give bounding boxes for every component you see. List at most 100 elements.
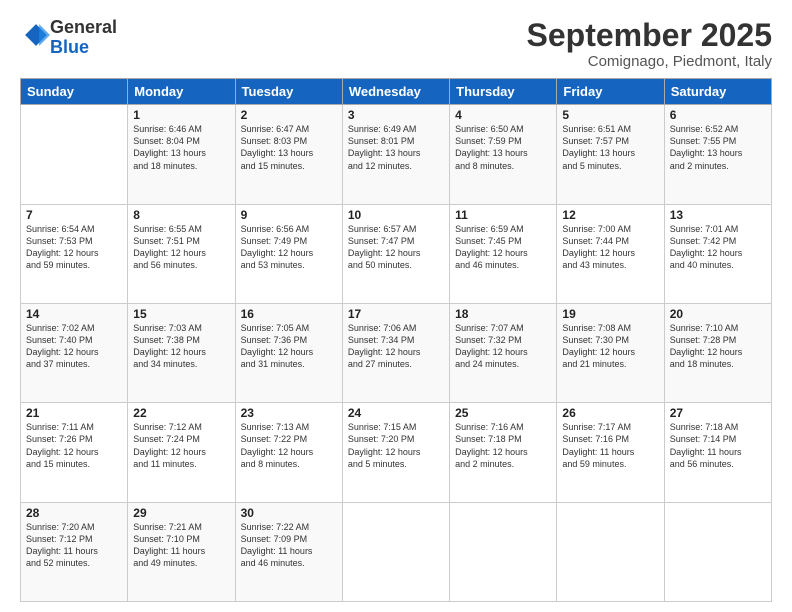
day-info: Sunrise: 7:03 AM Sunset: 7:38 PM Dayligh… xyxy=(133,322,229,371)
day-number: 1 xyxy=(133,108,229,122)
calendar-cell: 9Sunrise: 6:56 AM Sunset: 7:49 PM Daylig… xyxy=(235,204,342,303)
day-number: 9 xyxy=(241,208,337,222)
day-header-thursday: Thursday xyxy=(450,79,557,105)
day-number: 29 xyxy=(133,506,229,520)
calendar-cell: 6Sunrise: 6:52 AM Sunset: 7:55 PM Daylig… xyxy=(664,105,771,204)
logo-icon xyxy=(22,21,50,49)
day-info: Sunrise: 7:18 AM Sunset: 7:14 PM Dayligh… xyxy=(670,421,766,470)
calendar-cell: 7Sunrise: 6:54 AM Sunset: 7:53 PM Daylig… xyxy=(21,204,128,303)
week-row-1: 7Sunrise: 6:54 AM Sunset: 7:53 PM Daylig… xyxy=(21,204,772,303)
calendar-cell: 20Sunrise: 7:10 AM Sunset: 7:28 PM Dayli… xyxy=(664,303,771,402)
day-info: Sunrise: 6:49 AM Sunset: 8:01 PM Dayligh… xyxy=(348,123,444,172)
week-row-4: 28Sunrise: 7:20 AM Sunset: 7:12 PM Dayli… xyxy=(21,502,772,601)
calendar-cell: 16Sunrise: 7:05 AM Sunset: 7:36 PM Dayli… xyxy=(235,303,342,402)
title-block: September 2025 Comignago, Piedmont, Ital… xyxy=(527,18,772,70)
day-number: 21 xyxy=(26,406,122,420)
day-info: Sunrise: 7:13 AM Sunset: 7:22 PM Dayligh… xyxy=(241,421,337,470)
day-info: Sunrise: 6:46 AM Sunset: 8:04 PM Dayligh… xyxy=(133,123,229,172)
day-header-sunday: Sunday xyxy=(21,79,128,105)
day-info: Sunrise: 7:02 AM Sunset: 7:40 PM Dayligh… xyxy=(26,322,122,371)
day-info: Sunrise: 6:57 AM Sunset: 7:47 PM Dayligh… xyxy=(348,223,444,272)
day-info: Sunrise: 6:59 AM Sunset: 7:45 PM Dayligh… xyxy=(455,223,551,272)
calendar-cell xyxy=(664,502,771,601)
calendar-cell: 4Sunrise: 6:50 AM Sunset: 7:59 PM Daylig… xyxy=(450,105,557,204)
day-number: 25 xyxy=(455,406,551,420)
day-info: Sunrise: 6:47 AM Sunset: 8:03 PM Dayligh… xyxy=(241,123,337,172)
calendar-cell xyxy=(450,502,557,601)
calendar-cell: 30Sunrise: 7:22 AM Sunset: 7:09 PM Dayli… xyxy=(235,502,342,601)
calendar-cell: 8Sunrise: 6:55 AM Sunset: 7:51 PM Daylig… xyxy=(128,204,235,303)
day-info: Sunrise: 7:01 AM Sunset: 7:42 PM Dayligh… xyxy=(670,223,766,272)
calendar-cell: 18Sunrise: 7:07 AM Sunset: 7:32 PM Dayli… xyxy=(450,303,557,402)
day-number: 4 xyxy=(455,108,551,122)
day-info: Sunrise: 6:51 AM Sunset: 7:57 PM Dayligh… xyxy=(562,123,658,172)
day-info: Sunrise: 6:54 AM Sunset: 7:53 PM Dayligh… xyxy=(26,223,122,272)
day-info: Sunrise: 7:05 AM Sunset: 7:36 PM Dayligh… xyxy=(241,322,337,371)
day-number: 12 xyxy=(562,208,658,222)
logo-general-text: General xyxy=(50,17,117,37)
month-title: September 2025 xyxy=(527,18,772,53)
day-info: Sunrise: 7:22 AM Sunset: 7:09 PM Dayligh… xyxy=(241,521,337,570)
calendar-cell: 29Sunrise: 7:21 AM Sunset: 7:10 PM Dayli… xyxy=(128,502,235,601)
calendar-cell: 17Sunrise: 7:06 AM Sunset: 7:34 PM Dayli… xyxy=(342,303,449,402)
day-number: 28 xyxy=(26,506,122,520)
day-number: 27 xyxy=(670,406,766,420)
day-number: 11 xyxy=(455,208,551,222)
day-number: 23 xyxy=(241,406,337,420)
day-info: Sunrise: 7:15 AM Sunset: 7:20 PM Dayligh… xyxy=(348,421,444,470)
day-number: 15 xyxy=(133,307,229,321)
calendar-cell xyxy=(342,502,449,601)
day-number: 24 xyxy=(348,406,444,420)
calendar-cell: 22Sunrise: 7:12 AM Sunset: 7:24 PM Dayli… xyxy=(128,403,235,502)
day-number: 3 xyxy=(348,108,444,122)
calendar-cell: 21Sunrise: 7:11 AM Sunset: 7:26 PM Dayli… xyxy=(21,403,128,502)
calendar-cell: 12Sunrise: 7:00 AM Sunset: 7:44 PM Dayli… xyxy=(557,204,664,303)
day-number: 16 xyxy=(241,307,337,321)
day-number: 10 xyxy=(348,208,444,222)
day-number: 19 xyxy=(562,307,658,321)
calendar-header-row: SundayMondayTuesdayWednesdayThursdayFrid… xyxy=(21,79,772,105)
week-row-3: 21Sunrise: 7:11 AM Sunset: 7:26 PM Dayli… xyxy=(21,403,772,502)
calendar-table: SundayMondayTuesdayWednesdayThursdayFrid… xyxy=(20,78,772,602)
calendar-cell: 1Sunrise: 6:46 AM Sunset: 8:04 PM Daylig… xyxy=(128,105,235,204)
calendar-cell: 23Sunrise: 7:13 AM Sunset: 7:22 PM Dayli… xyxy=(235,403,342,502)
calendar-cell: 5Sunrise: 6:51 AM Sunset: 7:57 PM Daylig… xyxy=(557,105,664,204)
day-info: Sunrise: 7:12 AM Sunset: 7:24 PM Dayligh… xyxy=(133,421,229,470)
day-info: Sunrise: 7:00 AM Sunset: 7:44 PM Dayligh… xyxy=(562,223,658,272)
day-info: Sunrise: 6:56 AM Sunset: 7:49 PM Dayligh… xyxy=(241,223,337,272)
day-info: Sunrise: 7:10 AM Sunset: 7:28 PM Dayligh… xyxy=(670,322,766,371)
calendar-cell: 28Sunrise: 7:20 AM Sunset: 7:12 PM Dayli… xyxy=(21,502,128,601)
calendar-cell: 13Sunrise: 7:01 AM Sunset: 7:42 PM Dayli… xyxy=(664,204,771,303)
day-number: 2 xyxy=(241,108,337,122)
day-number: 6 xyxy=(670,108,766,122)
logo-blue-text: Blue xyxy=(50,37,89,57)
day-number: 26 xyxy=(562,406,658,420)
day-number: 7 xyxy=(26,208,122,222)
calendar-cell: 27Sunrise: 7:18 AM Sunset: 7:14 PM Dayli… xyxy=(664,403,771,502)
logo: General Blue xyxy=(20,18,117,58)
calendar-cell: 26Sunrise: 7:17 AM Sunset: 7:16 PM Dayli… xyxy=(557,403,664,502)
day-header-saturday: Saturday xyxy=(664,79,771,105)
day-info: Sunrise: 7:06 AM Sunset: 7:34 PM Dayligh… xyxy=(348,322,444,371)
calendar-cell: 3Sunrise: 6:49 AM Sunset: 8:01 PM Daylig… xyxy=(342,105,449,204)
day-header-tuesday: Tuesday xyxy=(235,79,342,105)
day-info: Sunrise: 7:08 AM Sunset: 7:30 PM Dayligh… xyxy=(562,322,658,371)
day-info: Sunrise: 7:11 AM Sunset: 7:26 PM Dayligh… xyxy=(26,421,122,470)
week-row-0: 1Sunrise: 6:46 AM Sunset: 8:04 PM Daylig… xyxy=(21,105,772,204)
day-info: Sunrise: 6:50 AM Sunset: 7:59 PM Dayligh… xyxy=(455,123,551,172)
calendar-cell xyxy=(21,105,128,204)
day-header-monday: Monday xyxy=(128,79,235,105)
calendar-cell: 25Sunrise: 7:16 AM Sunset: 7:18 PM Dayli… xyxy=(450,403,557,502)
day-number: 13 xyxy=(670,208,766,222)
day-header-friday: Friday xyxy=(557,79,664,105)
day-info: Sunrise: 7:20 AM Sunset: 7:12 PM Dayligh… xyxy=(26,521,122,570)
location: Comignago, Piedmont, Italy xyxy=(527,53,772,70)
day-info: Sunrise: 7:17 AM Sunset: 7:16 PM Dayligh… xyxy=(562,421,658,470)
page: General Blue September 2025 Comignago, P… xyxy=(0,0,792,612)
day-number: 22 xyxy=(133,406,229,420)
calendar-cell: 14Sunrise: 7:02 AM Sunset: 7:40 PM Dayli… xyxy=(21,303,128,402)
header: General Blue September 2025 Comignago, P… xyxy=(20,18,772,70)
day-number: 17 xyxy=(348,307,444,321)
day-number: 8 xyxy=(133,208,229,222)
calendar-cell: 19Sunrise: 7:08 AM Sunset: 7:30 PM Dayli… xyxy=(557,303,664,402)
